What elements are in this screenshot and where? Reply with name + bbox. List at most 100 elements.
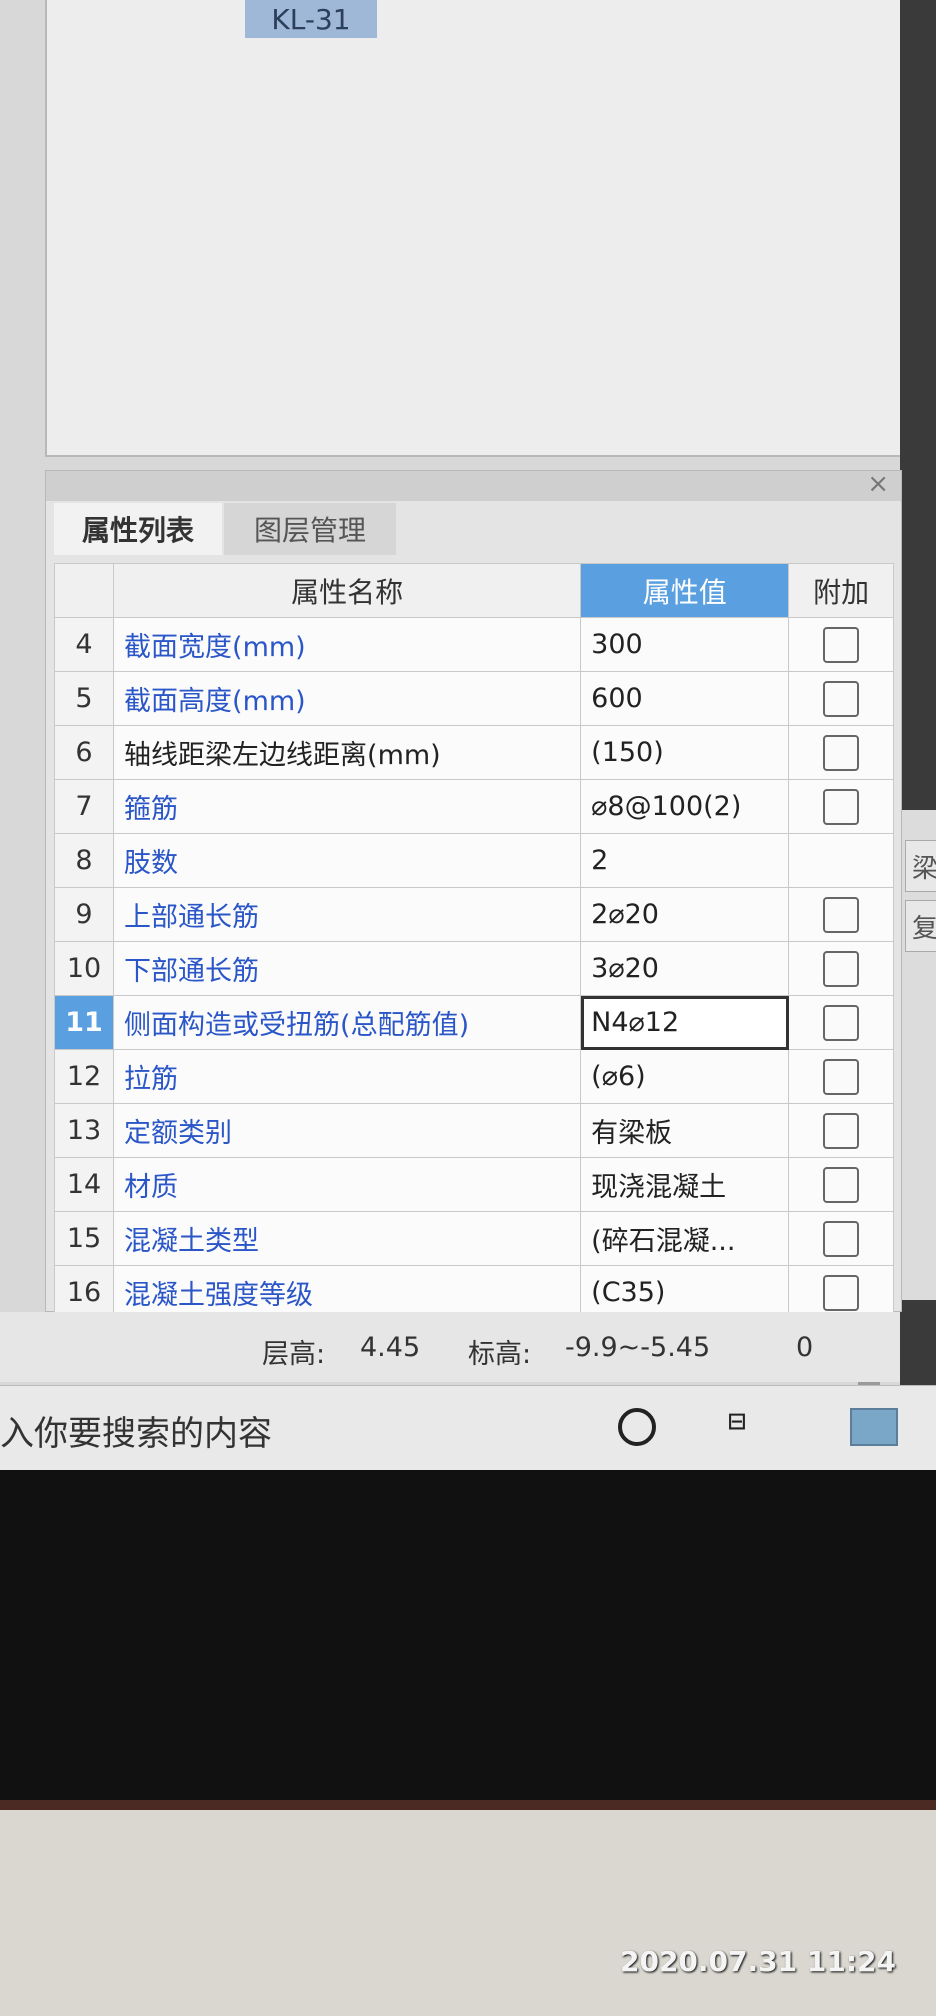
extra-checkbox[interactable] bbox=[823, 1058, 860, 1095]
extra-checkbox[interactable] bbox=[823, 1166, 860, 1203]
row-index: 5 bbox=[53, 671, 115, 726]
floor-height-value: 4.45 bbox=[360, 1332, 421, 1363]
extra-checkbox[interactable] bbox=[823, 1004, 860, 1041]
property-value[interactable]: 2⌀20 bbox=[580, 887, 790, 942]
extra-checkbox[interactable] bbox=[823, 788, 860, 825]
extra-checkbox[interactable] bbox=[823, 1274, 860, 1311]
extra-cell bbox=[788, 725, 894, 780]
extra-checkbox[interactable] bbox=[823, 1112, 860, 1149]
row-index: 15 bbox=[53, 1211, 115, 1266]
tab-layer-management[interactable]: 图层管理 bbox=[224, 503, 396, 555]
property-name[interactable]: 截面宽度(mm) bbox=[113, 617, 582, 672]
property-value[interactable]: 有梁板 bbox=[580, 1103, 790, 1158]
table-row[interactable]: 10 下部通长筋 3⌀20 bbox=[53, 941, 894, 996]
extra-cell bbox=[788, 671, 894, 726]
table-row[interactable]: 7 箍筋 ⌀8@100(2) bbox=[53, 779, 894, 834]
extra-checkbox[interactable] bbox=[823, 734, 860, 771]
status-bar: 层高: 4.45 标高: -9.9~-5.45 0 bbox=[0, 1312, 900, 1382]
extra-cell bbox=[788, 833, 894, 888]
row-index: 12 bbox=[53, 1049, 115, 1104]
photo-timestamp: 2020.07.31 11:24 bbox=[619, 1945, 896, 1978]
property-table: 属性名称 属性值 附加 4 截面宽度(mm) 300 5 截面高度(mm) 600 6 轴线距… bbox=[53, 563, 894, 1320]
property-name[interactable]: 材质 bbox=[113, 1157, 582, 1212]
row-index: 7 bbox=[53, 779, 115, 834]
taskbar: 入你要搜索的内容 ⊟ bbox=[0, 1385, 936, 1471]
property-value-input[interactable]: N4⌀12 bbox=[580, 995, 790, 1050]
extra-cell bbox=[788, 1211, 894, 1266]
status-extra-value: 0 bbox=[796, 1332, 814, 1363]
property-value[interactable]: (150) bbox=[580, 725, 790, 780]
property-name[interactable]: 箍筋 bbox=[113, 779, 582, 834]
property-value[interactable]: 3⌀20 bbox=[580, 941, 790, 996]
property-name[interactable]: 上部通长筋 bbox=[113, 887, 582, 942]
table-row[interactable]: 5 截面高度(mm) 600 bbox=[53, 671, 894, 726]
desk-surface bbox=[0, 1810, 936, 2016]
extra-checkbox[interactable] bbox=[823, 950, 860, 987]
row-index: 13 bbox=[53, 1103, 115, 1158]
table-row[interactable]: 14 材质 现浇混凝土 bbox=[53, 1157, 894, 1212]
floor-height-label: 层高: bbox=[262, 1339, 326, 1370]
table-row[interactable]: 6 轴线距梁左边线距离(mm) (150) bbox=[53, 725, 894, 780]
property-name[interactable]: 拉筋 bbox=[113, 1049, 582, 1104]
cortana-icon[interactable] bbox=[618, 1408, 656, 1446]
panel-titlebar: × bbox=[46, 469, 901, 501]
property-name[interactable]: 肢数 bbox=[113, 833, 582, 888]
table-row[interactable]: 9 上部通长筋 2⌀20 bbox=[53, 887, 894, 942]
header-extra: 附加 bbox=[788, 563, 894, 618]
task-view-icon[interactable]: ⊟ bbox=[728, 1404, 772, 1444]
property-name[interactable]: 下部通长筋 bbox=[113, 941, 582, 996]
extra-checkbox[interactable] bbox=[823, 680, 860, 717]
table-row[interactable]: 15 混凝土类型 (碎石混凝... bbox=[53, 1211, 894, 1266]
drawing-canvas[interactable]: KL-31 bbox=[45, 0, 904, 457]
header-index bbox=[53, 563, 115, 618]
header-value[interactable]: 属性值 bbox=[580, 563, 790, 618]
row-index: 9 bbox=[53, 887, 115, 942]
row-index: 14 bbox=[53, 1157, 115, 1212]
element-tag[interactable]: KL-31 bbox=[245, 0, 377, 38]
row-index: 4 bbox=[53, 617, 115, 672]
extra-cell bbox=[788, 995, 894, 1050]
property-panel: × 属性列表 图层管理 属性名称 属性值 附加 4 截面宽度(mm) 300 5 截面高… bbox=[45, 469, 902, 1771]
property-value[interactable]: (⌀6) bbox=[580, 1049, 790, 1104]
taskbar-search-input[interactable]: 入你要搜索的内容 bbox=[0, 1406, 272, 1455]
row-index: 10 bbox=[53, 941, 115, 996]
extra-checkbox[interactable] bbox=[823, 896, 860, 933]
extra-cell bbox=[788, 617, 894, 672]
property-value[interactable]: 2 bbox=[580, 833, 790, 888]
property-name[interactable]: 轴线距梁左边线距离(mm) bbox=[113, 725, 582, 780]
app-icon[interactable] bbox=[850, 1408, 898, 1446]
property-value[interactable]: 300 bbox=[580, 617, 790, 672]
extra-checkbox[interactable] bbox=[823, 1220, 860, 1257]
property-value[interactable]: 现浇混凝土 bbox=[580, 1157, 790, 1212]
row-index: 11 bbox=[53, 995, 115, 1050]
row-index: 6 bbox=[53, 725, 115, 780]
monitor-screen: KL-31 梁 复 × 属性列表 图层管理 属性名称 属性值 附加 4 截面宽度(… bbox=[0, 0, 936, 1771]
property-name[interactable]: 定额类别 bbox=[113, 1103, 582, 1158]
extra-checkbox[interactable] bbox=[823, 626, 860, 663]
table-row[interactable]: 11 侧面构造或受扭筋(总配筋值) N4⌀12 bbox=[53, 995, 894, 1050]
property-value[interactable]: ⌀8@100(2) bbox=[580, 779, 790, 834]
header-name: 属性名称 bbox=[113, 563, 582, 618]
extra-cell bbox=[788, 779, 894, 834]
monitor-bezel bbox=[0, 1470, 936, 1810]
property-name[interactable]: 截面高度(mm) bbox=[113, 671, 582, 726]
extra-cell bbox=[788, 1049, 894, 1104]
extra-cell bbox=[788, 1103, 894, 1158]
table-row[interactable]: 8 肢数 2 bbox=[53, 833, 894, 888]
property-value[interactable]: 600 bbox=[580, 671, 790, 726]
table-row[interactable]: 4 截面宽度(mm) 300 bbox=[53, 617, 894, 672]
extra-cell bbox=[788, 1157, 894, 1212]
table-row[interactable]: 12 拉筋 (⌀6) bbox=[53, 1049, 894, 1104]
property-name[interactable]: 侧面构造或受扭筋(总配筋值) bbox=[113, 995, 582, 1050]
elevation-label: 标高: bbox=[468, 1339, 532, 1370]
tab-property-list[interactable]: 属性列表 bbox=[54, 503, 222, 555]
table-row[interactable]: 13 定额类别 有梁板 bbox=[53, 1103, 894, 1158]
close-icon[interactable]: × bbox=[867, 469, 889, 499]
property-name[interactable]: 混凝土类型 bbox=[113, 1211, 582, 1266]
property-value[interactable]: (碎石混凝... bbox=[580, 1211, 790, 1266]
right-panel-button-2[interactable]: 复 bbox=[905, 900, 936, 952]
extra-cell bbox=[788, 887, 894, 942]
bezel-edge bbox=[0, 1800, 936, 1810]
elevation-value: -9.9~-5.45 bbox=[565, 1332, 711, 1363]
right-panel-button-1[interactable]: 梁 bbox=[905, 840, 936, 892]
